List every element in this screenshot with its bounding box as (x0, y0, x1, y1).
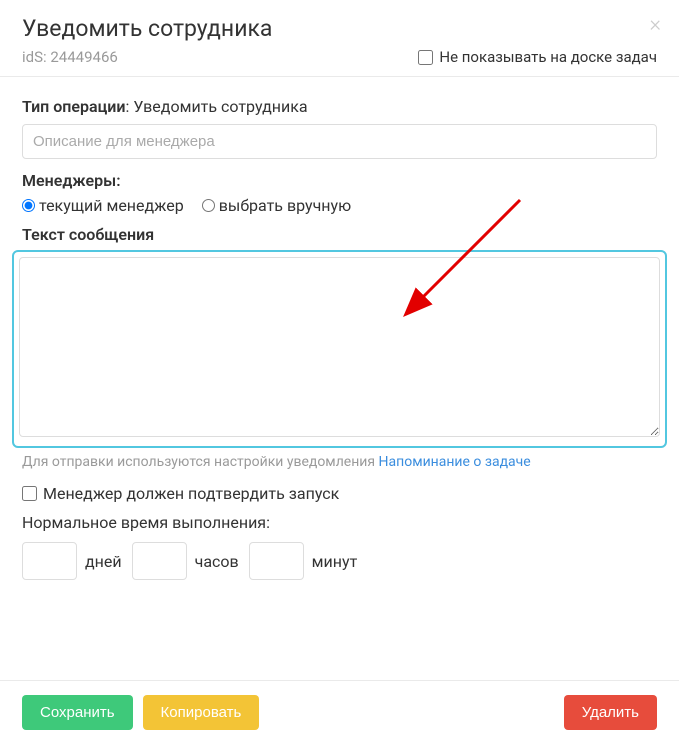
manager-description-input[interactable] (22, 124, 657, 159)
hours-label: часов (195, 552, 239, 571)
hide-on-board-label: Не показывать на доске задач (439, 48, 657, 66)
message-label: Текст сообщения (22, 225, 657, 244)
modal-header: Уведомить сотрудника × idS: 24449466 Не … (0, 0, 679, 77)
operation-type-label: Тип операции (22, 97, 126, 116)
days-label: дней (85, 552, 122, 571)
close-icon[interactable]: × (649, 12, 661, 37)
confirm-launch-row[interactable]: Менеджер должен подтвердить запуск (22, 484, 657, 503)
hide-on-board-checkbox[interactable] (418, 50, 433, 65)
managers-label: Менеджеры: (22, 171, 657, 190)
managers-radio-group: текущий менеджер выбрать вручную (22, 196, 657, 215)
hours-input[interactable] (132, 542, 187, 580)
copy-button[interactable]: Копировать (143, 695, 260, 730)
radio-current-input[interactable] (22, 199, 35, 212)
modal-footer: Сохранить Копировать Удалить (0, 680, 679, 744)
delete-button[interactable]: Удалить (564, 695, 657, 730)
normal-time-label: Нормальное время выполнения: (22, 513, 657, 532)
message-textarea[interactable] (19, 257, 660, 437)
save-button[interactable]: Сохранить (22, 695, 133, 730)
radio-manual-label: выбрать вручную (219, 196, 351, 215)
minutes-input[interactable] (249, 542, 304, 580)
radio-manual-select[interactable]: выбрать вручную (202, 196, 351, 215)
time-inputs-row: дней часов минут (22, 542, 657, 580)
radio-current-label: текущий менеджер (39, 196, 184, 215)
hint-text: Для отправки используются настройки увед… (22, 454, 379, 470)
days-input[interactable] (22, 542, 77, 580)
operation-type-row: Тип операции: Уведомить сотрудника (22, 97, 308, 116)
notification-hint: Для отправки используются настройки увед… (22, 454, 657, 470)
confirm-launch-label: Менеджер должен подтвердить запуск (43, 484, 339, 503)
hide-on-board-checkbox-wrap[interactable]: Не показывать на доске задач (418, 48, 657, 66)
radio-manual-input[interactable] (202, 199, 215, 212)
modal-body: Тип операции: Уведомить сотрудника Менед… (0, 77, 679, 600)
confirm-launch-checkbox[interactable] (22, 486, 37, 501)
reminder-link[interactable]: Напоминание о задаче (379, 454, 531, 470)
minutes-label: минут (312, 552, 358, 571)
message-textarea-highlight (12, 250, 667, 448)
operation-type-value: : Уведомить сотрудника (126, 97, 308, 116)
modal-title: Уведомить сотрудника (22, 15, 657, 42)
radio-current-manager[interactable]: текущий менеджер (22, 196, 184, 215)
id-label: idS: 24449466 (22, 48, 118, 66)
